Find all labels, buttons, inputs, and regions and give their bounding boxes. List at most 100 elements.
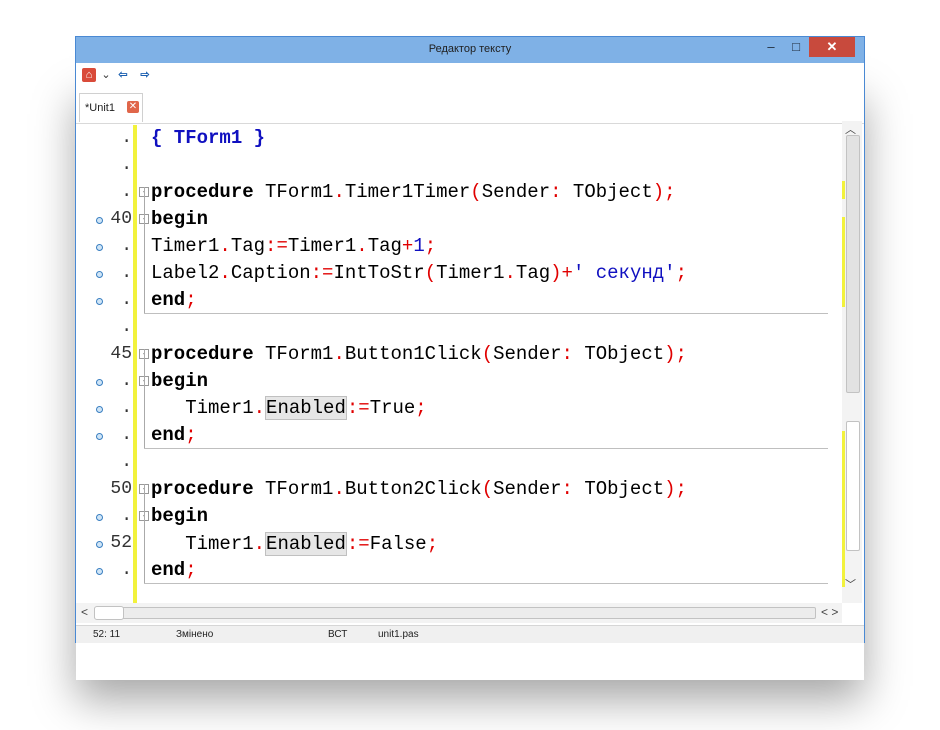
code-line: . Label2.Caption:=IntToStr(Timer1.Tag)+'…: [78, 260, 846, 287]
identifier: TObject: [572, 343, 665, 365]
code-line: .: [78, 152, 846, 179]
keyword: begin: [151, 505, 209, 527]
line-number: .: [121, 371, 132, 391]
insert-mode: ВСТ: [328, 629, 348, 640]
code-line: . Timer1.Tag:=Timer1.Tag+1;: [78, 233, 846, 260]
tab-close-icon[interactable]: ✕: [127, 101, 139, 113]
line-number: .: [121, 155, 132, 175]
line-number: .: [121, 236, 132, 256]
code-line: 50 - procedure TForm1.Button2Click(Sende…: [78, 476, 846, 503]
line-number: .: [121, 182, 132, 202]
line-number: 50: [110, 479, 132, 499]
fold-guide: [144, 187, 145, 313]
code-text: Timer1.Enabled:=False;: [185, 532, 439, 556]
code-line: . - begin: [78, 503, 846, 530]
identifier: Tag: [230, 235, 266, 257]
line-number: .: [121, 506, 132, 526]
keyword: end: [151, 424, 186, 446]
code-text: begin: [151, 505, 208, 527]
code-text: begin: [151, 370, 208, 392]
identifier: Timer1: [185, 397, 254, 419]
line-number: .: [121, 452, 132, 472]
horizontal-scroll-thumb[interactable]: [94, 606, 124, 620]
identifier: True: [369, 397, 416, 419]
code-line: . end;: [78, 422, 846, 449]
back-icon[interactable]: ⇦: [116, 68, 130, 82]
identifier: Button1Click: [344, 343, 482, 365]
code-text: Timer1.Enabled:=True;: [185, 396, 427, 420]
code-line: . end;: [78, 287, 846, 314]
chevron-down-icon[interactable]: ⌄: [99, 68, 113, 82]
identifier: Timer1: [151, 235, 220, 257]
change-marker: [842, 181, 845, 199]
code-editor[interactable]: . { TForm1 } . . - procedure TForm1.Time…: [78, 125, 846, 603]
forward-icon[interactable]: ⇨: [138, 68, 152, 82]
toolbar: ⌂ ⌄ ⇦ ⇨: [76, 63, 864, 87]
line-number: 52: [110, 533, 132, 553]
identifier: TForm1: [253, 181, 334, 203]
modified-status: Змінено: [176, 629, 214, 640]
maximize-button[interactable]: □: [781, 37, 811, 57]
file-name: unit1.pas: [378, 629, 419, 640]
code-line: .: [78, 314, 846, 341]
identifier: Tag: [367, 235, 402, 257]
code-line: . - begin: [78, 368, 846, 395]
identifier: TForm1: [253, 343, 334, 365]
code-line-current: 52 Timer1.Enabled:=False;: [78, 530, 846, 557]
fold-guide: [144, 349, 145, 448]
scrollbar-track-segment: [846, 135, 860, 393]
home-icon[interactable]: ⌂: [82, 68, 96, 82]
code-line: 45 - procedure TForm1.Button1Click(Sende…: [78, 341, 846, 368]
keyword: end: [151, 559, 186, 581]
code-text: { TForm1 }: [151, 127, 265, 149]
line-number: 40: [110, 209, 132, 229]
string-literal: ' секунд': [572, 262, 676, 284]
identifier: Timer1Timer: [344, 181, 471, 203]
code-line: 40 - begin: [78, 206, 846, 233]
procedure-separator: [144, 583, 828, 584]
code-line: . { TForm1 }: [78, 125, 846, 152]
code-line: . Timer1.Enabled:=True;: [78, 395, 846, 422]
status-bar: 52: 11 Змінено ВСТ unit1.pas: [76, 625, 864, 643]
scroll-left-icon[interactable]: <: [81, 605, 88, 619]
identifier: Tag: [515, 262, 551, 284]
scroll-right-icon[interactable]: < >: [821, 605, 838, 619]
identifier-highlight: Enabled: [265, 532, 347, 556]
identifier: Label2: [151, 262, 220, 284]
vertical-scroll-thumb[interactable]: [846, 421, 860, 551]
code-text: end;: [151, 559, 197, 581]
keyword: procedure: [151, 343, 254, 365]
tab-label: *Unit1: [85, 102, 115, 114]
identifier: Sender: [493, 343, 562, 365]
cursor-position: 52: 11: [93, 629, 121, 640]
scroll-down-icon[interactable]: ﹀: [845, 576, 856, 592]
fold-guide: [144, 484, 145, 583]
line-number: 45: [110, 344, 132, 364]
identifier: Timer1: [436, 262, 505, 284]
line-number: .: [121, 263, 132, 283]
change-marker: [842, 431, 845, 587]
identifier: Sender: [481, 181, 551, 203]
identifier: Caption: [230, 262, 311, 284]
tab-bar: *Unit1 ✕: [76, 93, 864, 124]
identifier: False: [369, 533, 427, 555]
code-text: end;: [151, 424, 197, 446]
code-text: Label2.Caption:=IntToStr(Timer1.Tag)+' с…: [151, 262, 687, 284]
keyword: begin: [151, 370, 209, 392]
line-number: .: [121, 290, 132, 310]
identifier: Timer1: [287, 235, 357, 257]
code-line: . - procedure TForm1.Timer1Timer(Sender:…: [78, 179, 846, 206]
code-text: end;: [151, 289, 197, 311]
code-line: .: [78, 449, 846, 476]
horizontal-scrollbar[interactable]: < < >: [76, 603, 842, 623]
code-text: procedure TForm1.Button1Click(Sender: TO…: [151, 343, 687, 365]
close-button[interactable]: ✕: [809, 37, 855, 57]
keyword: begin: [151, 208, 209, 230]
code-text: procedure TForm1.Timer1Timer(Sender: TOb…: [151, 181, 676, 203]
tab-unit1[interactable]: *Unit1 ✕: [79, 93, 143, 122]
title-bar[interactable]: Редактор тексту – □ ✕: [76, 37, 864, 63]
editor-window: Редактор тексту – □ ✕ ⌂ ⌄ ⇦ ⇨ *Unit1 ✕ .…: [75, 36, 865, 643]
vertical-scrollbar[interactable]: ︿ ﹀: [842, 121, 862, 603]
code-text: begin: [151, 208, 208, 230]
comment: { TForm1 }: [151, 127, 266, 149]
